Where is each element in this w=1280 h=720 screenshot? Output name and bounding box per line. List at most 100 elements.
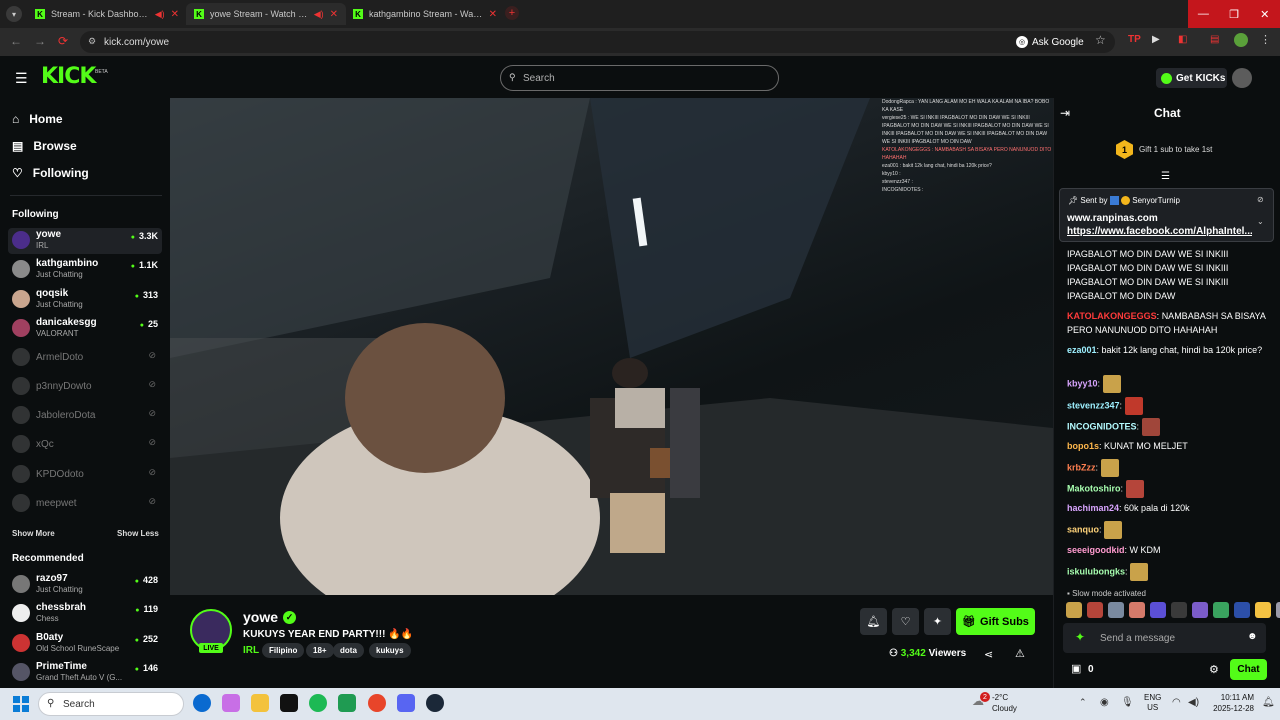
close-tab-icon[interactable]: ✕ <box>171 9 179 20</box>
sidebar-channel-jabolerodota[interactable]: JaboleroDota ⊘ <box>8 403 162 429</box>
notification-bell-button[interactable]: 🔔︎ <box>860 608 887 635</box>
new-tab-icon[interactable]: + <box>505 6 519 20</box>
browser-menu-icon[interactable]: ⋮ <box>1260 33 1271 46</box>
volume-icon[interactable]: ◀) <box>1188 697 1199 708</box>
emote-icon[interactable] <box>1066 602 1082 618</box>
play-extension-icon[interactable]: ▶ <box>1152 34 1160 45</box>
sidebar-channel-qoqsik[interactable]: qoqsik Just Chatting 313 <box>8 287 162 313</box>
streamer-name[interactable]: yowe <box>243 609 278 625</box>
tiktok-icon[interactable] <box>280 694 298 712</box>
chat-username[interactable]: KATOLAKONGEGGS <box>1067 311 1157 321</box>
edge-icon[interactable] <box>193 694 211 712</box>
chat-username[interactable]: sanquo <box>1067 524 1099 534</box>
chat-username[interactable]: krbZzz <box>1067 462 1096 472</box>
emote-icon[interactable] <box>1213 602 1229 618</box>
search-input[interactable]: ⚲ Search <box>500 65 779 91</box>
emoji-picker-icon[interactable]: ☻ <box>1247 631 1258 642</box>
copilot-icon[interactable] <box>222 694 240 712</box>
sidebar-channel-meepwet[interactable]: meepwet ⊘ <box>8 491 162 517</box>
browser-tab-1[interactable]: K Stream - Kick Dashboard ◀) ✕ <box>27 3 187 25</box>
audio-icon[interactable]: ◀) <box>314 9 324 20</box>
report-icon[interactable]: ⚠ <box>1015 647 1025 660</box>
stream-tag[interactable]: Filipino <box>262 643 305 658</box>
emote-icon[interactable] <box>1171 602 1187 618</box>
close-tab-icon[interactable]: ✕ <box>489 9 497 20</box>
taskbar-search[interactable]: ⚲ Search <box>38 692 184 716</box>
maximize-icon[interactable]: ❐ <box>1219 0 1250 28</box>
profile-avatar-icon[interactable] <box>1234 33 1248 47</box>
emote-icon[interactable] <box>1087 602 1103 618</box>
expand-pinned-icon[interactable]: ☰ <box>1161 171 1170 182</box>
steam-icon[interactable] <box>426 694 444 712</box>
extension-red-icon[interactable]: ▤ <box>1210 34 1219 45</box>
chat-username[interactable]: iskulubongks <box>1067 566 1125 576</box>
chat-username[interactable]: stevenzz347 <box>1067 400 1120 410</box>
site-info-icon[interactable]: ⚙ <box>88 36 96 47</box>
gift-subs-button[interactable]: 🎁︎ Gift Subs <box>956 608 1035 635</box>
tab-search-icon[interactable]: ▾ <box>6 6 22 22</box>
reload-icon[interactable]: ⟳ <box>58 34 68 48</box>
sidebar-channel-chessbrah[interactable]: chessbrah Chess 119 <box>8 601 162 627</box>
url-field[interactable]: ⚙ kick.com/yowe <box>80 31 1115 53</box>
minimize-icon[interactable]: — <box>1188 0 1219 28</box>
chat-settings-icon[interactable]: ⚙ <box>1209 663 1219 676</box>
hamburger-menu-icon[interactable]: ☰ <box>15 70 28 87</box>
windows-start-icon[interactable] <box>13 696 29 712</box>
close-tab-icon[interactable]: ✕ <box>330 9 338 20</box>
ask-google-button[interactable]: ◎ Ask Google <box>1016 33 1084 51</box>
stream-category-link[interactable]: IRL <box>243 645 259 656</box>
sidebar-channel-primetime[interactable]: PrimeTime Grand Theft Auto V (G... 146 <box>8 660 162 686</box>
send-chat-button[interactable]: Chat <box>1230 659 1267 680</box>
bookmark-star-icon[interactable]: ☆ <box>1095 33 1106 47</box>
sidebar-channel-b0aty[interactable]: B0aty Old School RuneScape 252 <box>8 631 162 657</box>
chat-username[interactable]: kbyy10 <box>1067 378 1098 388</box>
chat-username[interactable]: eza001 <box>1067 345 1097 355</box>
unfollow-button[interactable]: ♡ <box>892 608 919 635</box>
spotify-icon[interactable] <box>309 694 327 712</box>
back-icon[interactable]: ← <box>10 34 22 48</box>
stream-tag[interactable]: dota <box>333 643 364 658</box>
forward-icon[interactable]: → <box>34 34 46 48</box>
kick-logo[interactable]: KICK <box>41 64 96 89</box>
chrome-icon[interactable] <box>368 694 386 712</box>
puzzle-extension-icon[interactable]: ◧ <box>1178 34 1187 45</box>
show-more-button[interactable]: Show More <box>12 529 55 538</box>
sidebar-channel-yowe[interactable]: yowe IRL 3.3K <box>8 228 162 254</box>
nav-home[interactable]: ⌂ Home <box>12 112 63 126</box>
sidebar-channel-armeldoto[interactable]: ArmelDoto ⊘ <box>8 345 162 371</box>
chevron-up-icon[interactable]: ⌃ <box>1079 697 1087 708</box>
pinned-link[interactable]: https://www.facebook.com/AlphaIntel... <box>1067 226 1252 237</box>
gift-leaderboard[interactable]: 1 Gift 1 sub to take 1st <box>1116 140 1212 159</box>
discord-icon[interactable] <box>397 694 415 712</box>
stream-tag[interactable]: 18+ <box>306 643 334 658</box>
notifications-icon[interactable]: 🔔︎ <box>1262 697 1275 708</box>
emote-icon[interactable] <box>1108 602 1124 618</box>
emote-icon[interactable] <box>1129 602 1145 618</box>
kicks-wallet-icon[interactable]: ▣ <box>1071 662 1081 675</box>
sidebar-channel-danicakesgg[interactable]: danicakesgg VALORANT 25 <box>8 316 162 342</box>
file-explorer-icon[interactable] <box>251 694 269 712</box>
browser-tab-3[interactable]: K kathgambino Stream - Watch... ✕ <box>345 3 505 25</box>
weather-widget[interactable]: -2°C Cloudy <box>992 692 1017 714</box>
collapse-chat-icon[interactable]: ⇥ <box>1060 106 1070 120</box>
stream-tag[interactable]: kukuys <box>369 643 411 658</box>
user-avatar[interactable] <box>1232 68 1252 88</box>
emote-icon[interactable] <box>1150 602 1166 618</box>
nav-following[interactable]: ♡ Following <box>12 166 89 180</box>
more-actions-button[interactable]: ✦ <box>924 608 951 635</box>
extension-icon[interactable]: TP <box>1128 34 1141 45</box>
nav-browse[interactable]: ▤ Browse <box>12 139 77 153</box>
sidebar-channel-kpdodoto[interactable]: KPDOdoto ⊘ <box>8 462 162 488</box>
language-indicator[interactable]: ENG US <box>1144 693 1161 713</box>
audio-icon[interactable]: ◀) <box>155 9 165 20</box>
tray-app-icon[interactable]: ◉ <box>1100 697 1109 708</box>
emote-icon[interactable] <box>1192 602 1208 618</box>
emote-icon[interactable] <box>1255 602 1271 618</box>
sidebar-channel-kathgambino[interactable]: kathgambino Just Chatting 1.1K <box>8 257 162 283</box>
sidebar-channel-p3nnydowto[interactable]: p3nnyDowto ⊘ <box>8 374 162 400</box>
microphone-icon[interactable]: 🎙︎ <box>1121 697 1134 708</box>
chevron-down-icon[interactable]: ⌄ <box>1257 217 1264 226</box>
system-clock[interactable]: 10:11 AM 2025-12-28 <box>1208 692 1254 714</box>
browser-tab-2[interactable]: K yowe Stream - Watch Live... ◀) ✕ <box>186 3 346 25</box>
chat-message-input[interactable]: ✦ Send a message ☻ <box>1063 623 1266 653</box>
